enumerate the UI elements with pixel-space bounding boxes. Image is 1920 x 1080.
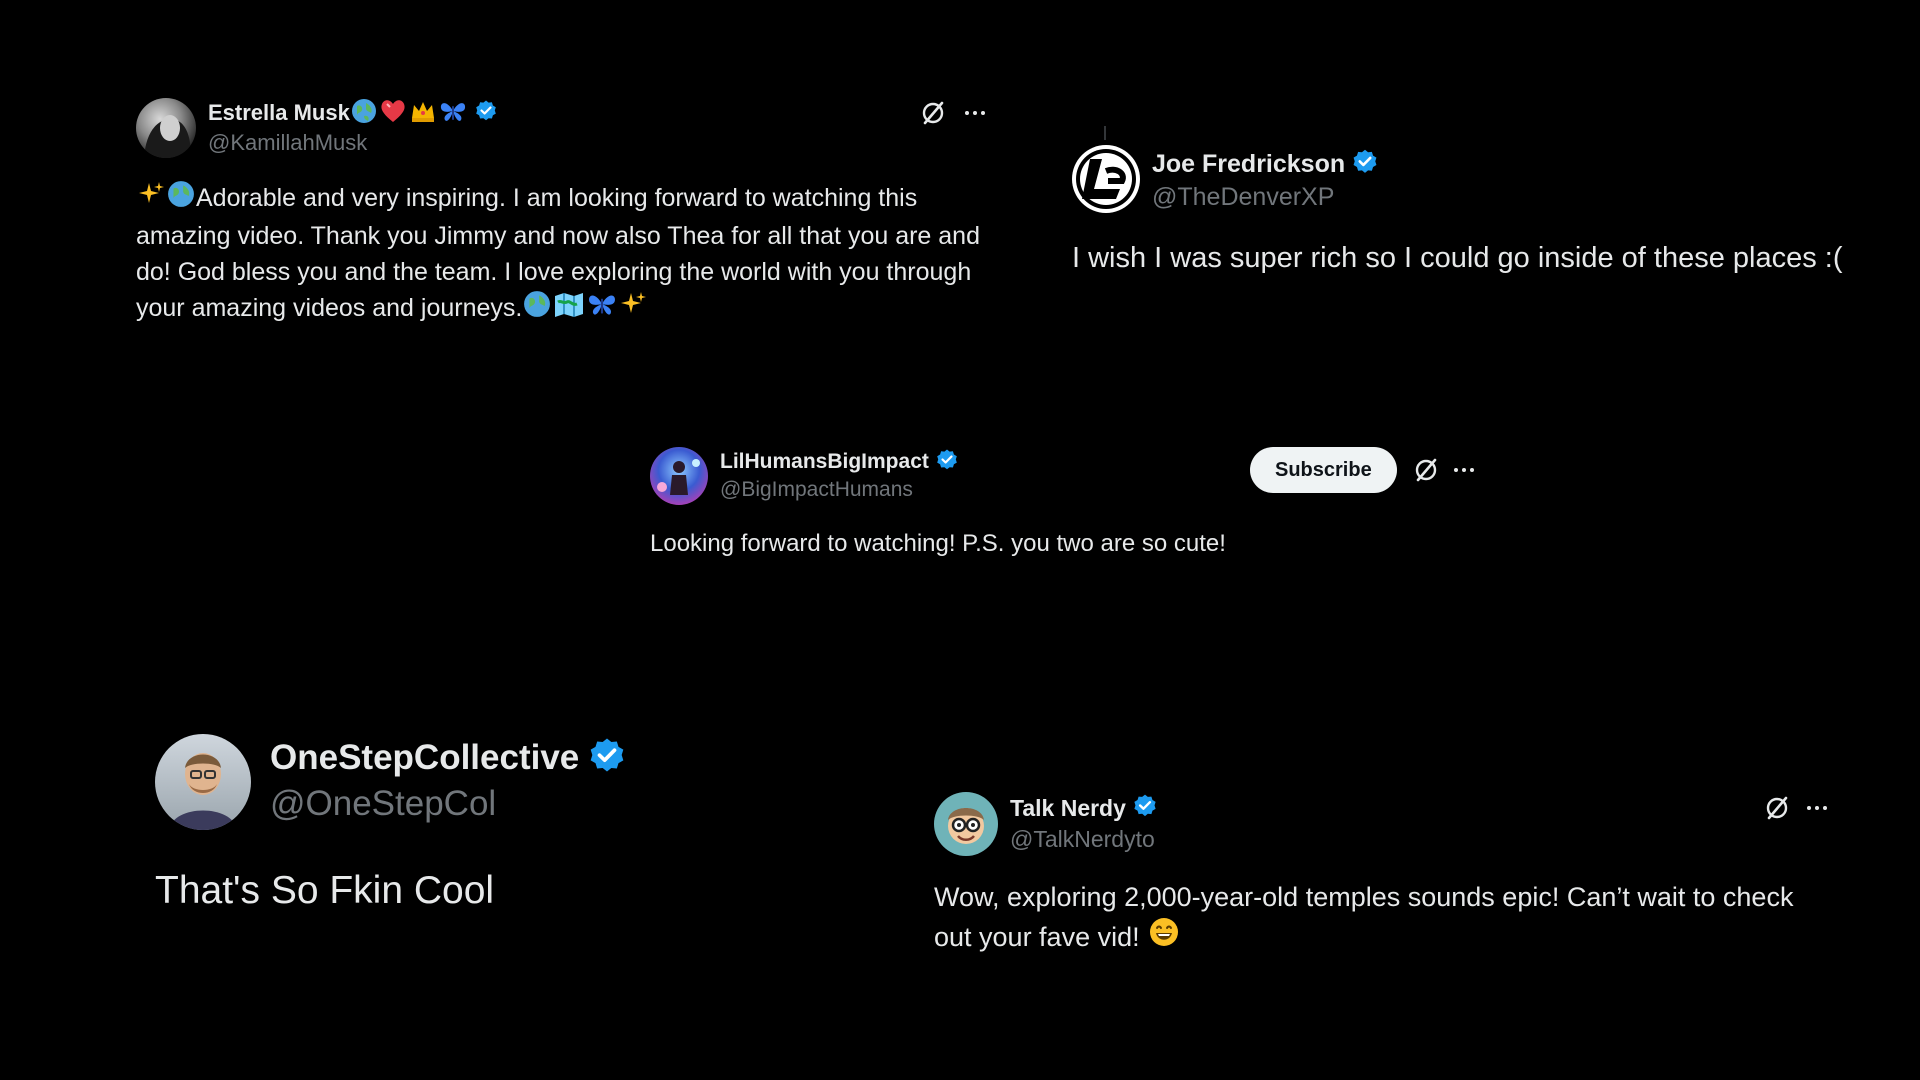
more-options-icon[interactable] bbox=[1804, 795, 1830, 821]
more-options-icon[interactable] bbox=[962, 100, 988, 126]
author-handle[interactable]: @BigImpactHumans bbox=[720, 478, 913, 502]
post-text-content: Wow, exploring 2,000-year-old temples so… bbox=[934, 882, 1794, 952]
author-name-row: LilHumansBigImpact bbox=[720, 448, 959, 476]
grok-icon[interactable] bbox=[1411, 455, 1441, 485]
crown-icon bbox=[409, 98, 437, 129]
author-name[interactable]: Joe Fredrickson bbox=[1152, 150, 1345, 179]
post-text: That's So Fkin Cool bbox=[155, 869, 495, 912]
post-actions bbox=[1762, 793, 1830, 823]
verified-badge-icon bbox=[1132, 793, 1158, 824]
author-name-row: Joe Fredrickson bbox=[1152, 148, 1379, 180]
post-text: I wish I was super rich so I could go in… bbox=[1072, 242, 1843, 274]
author-name-row: OneStepCollective bbox=[270, 736, 627, 780]
verified-badge-icon bbox=[587, 736, 627, 781]
author-name[interactable]: Talk Nerdy bbox=[1010, 795, 1126, 822]
heart-icon bbox=[379, 98, 407, 129]
grok-icon[interactable] bbox=[1762, 793, 1792, 823]
avatar[interactable] bbox=[155, 734, 251, 830]
post-text: Adorable and very inspiring. I am lookin… bbox=[136, 180, 996, 328]
author-handle[interactable]: @TalkNerdyto bbox=[1010, 826, 1155, 853]
butterfly-icon bbox=[439, 98, 467, 129]
author-name-row: Talk Nerdy bbox=[1010, 793, 1158, 823]
author-name[interactable]: OneStepCollective bbox=[270, 738, 579, 778]
post-actions bbox=[918, 98, 988, 128]
author-name[interactable]: LilHumansBigImpact bbox=[720, 450, 929, 474]
avatar[interactable] bbox=[934, 792, 998, 856]
sparkles-icon bbox=[137, 180, 165, 218]
avatar[interactable] bbox=[1072, 145, 1140, 213]
author-handle[interactable]: @TheDenverXP bbox=[1152, 183, 1334, 212]
globe-icon bbox=[351, 98, 377, 129]
post-text: Looking forward to watching! P.S. you tw… bbox=[650, 530, 1226, 557]
author-handle[interactable]: @OneStepCol bbox=[270, 784, 496, 824]
globe-icon bbox=[167, 180, 195, 218]
post-text: Wow, exploring 2,000-year-old temples so… bbox=[934, 878, 1834, 958]
thread-line bbox=[1104, 126, 1106, 140]
verified-badge-icon bbox=[935, 448, 959, 477]
author-name[interactable]: Estrella Musk bbox=[208, 100, 350, 126]
author-name-row: Estrella Musk bbox=[208, 98, 498, 128]
butterfly-icon bbox=[587, 290, 617, 328]
avatar[interactable] bbox=[136, 98, 196, 158]
sparkles-icon bbox=[619, 290, 647, 328]
map-icon bbox=[553, 290, 585, 328]
post-actions: Subscribe bbox=[1250, 447, 1477, 493]
verified-badge-icon bbox=[474, 99, 498, 128]
author-handle[interactable]: @KamillahMusk bbox=[208, 130, 367, 156]
globe-icon bbox=[523, 290, 551, 328]
avatar[interactable] bbox=[650, 447, 708, 505]
grok-icon[interactable] bbox=[918, 98, 948, 128]
verified-badge-icon bbox=[1351, 148, 1379, 181]
subscribe-button[interactable]: Subscribe bbox=[1250, 447, 1397, 493]
grinning-face-icon bbox=[1148, 916, 1180, 958]
more-options-icon[interactable] bbox=[1451, 457, 1477, 483]
